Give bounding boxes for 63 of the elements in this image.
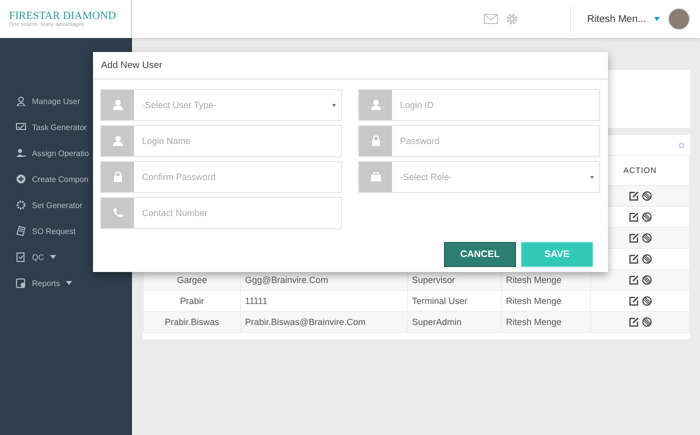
menu-item-icon: [16, 200, 26, 210]
lock-icon: [112, 171, 124, 183]
sidebar-item-label[interactable]: Task Generator: [32, 122, 87, 132]
cancel-button[interactable]: CANCEL: [444, 242, 516, 267]
input-field[interactable]: Confirm Password: [100, 161, 342, 193]
logo-title: FIRESTAR DIAMOND: [9, 10, 117, 22]
text-input[interactable]: Confirm Password: [134, 171, 341, 183]
block-icon[interactable]: [642, 296, 652, 306]
menu-item-icon: [16, 252, 26, 262]
menu-item-icon: [16, 226, 26, 236]
phone-icon: [112, 207, 124, 219]
person-icon: [370, 99, 382, 111]
sidebar-item-label[interactable]: Assign Operatio: [32, 148, 89, 158]
avatar[interactable]: [668, 8, 690, 30]
block-icon[interactable]: [642, 275, 652, 286]
menu-item-icon: [16, 278, 26, 288]
edit-icon[interactable]: [628, 317, 638, 328]
briefcase-icon: [370, 171, 382, 183]
block-icon[interactable]: [642, 212, 652, 222]
menu-item-icon: [16, 148, 26, 158]
edit-icon[interactable]: [628, 233, 638, 244]
block-icon[interactable]: [642, 191, 652, 202]
text-input[interactable]: -Select Role-: [392, 171, 590, 183]
sidebar-item-label[interactable]: QC: [32, 252, 44, 262]
block-icon[interactable]: [642, 254, 652, 264]
caret-icon[interactable]: [50, 255, 56, 259]
text-input[interactable]: Login ID: [392, 99, 599, 111]
edit-icon[interactable]: [628, 275, 638, 286]
text-input[interactable]: Login Name: [134, 135, 341, 147]
input-field[interactable]: Contact Number: [100, 197, 342, 229]
sidebar-item-label[interactable]: Set Generator: [32, 200, 82, 210]
menu-item-icon: [16, 96, 26, 106]
edit-icon[interactable]: [628, 212, 638, 222]
sidebar-item-label[interactable]: Manage User: [32, 96, 80, 106]
menu-item-icon: [16, 174, 26, 184]
table-cell: Prabir.Biswas@Brainvire.Com: [240, 312, 408, 332]
edit-icon[interactable]: [628, 191, 638, 202]
person-icon: [112, 135, 124, 147]
input-field[interactable]: Login ID: [358, 89, 600, 121]
block-icon[interactable]: [642, 233, 652, 244]
caret-icon[interactable]: [654, 17, 660, 21]
table-cell: Prabir.Biswas: [144, 312, 240, 332]
input-field[interactable]: -Select Role-: [358, 161, 600, 193]
text-input[interactable]: -Select User Type-: [134, 99, 332, 111]
caret-icon[interactable]: [66, 281, 72, 285]
table-cell: Ritesh Menge: [502, 312, 590, 332]
input-field[interactable]: Password: [358, 125, 600, 157]
sidebar-item-label[interactable]: SO Request: [32, 226, 76, 236]
lock-icon: [370, 135, 382, 147]
sidebar-item-label[interactable]: Create Compon: [32, 174, 88, 184]
text-input[interactable]: Contact Number: [134, 207, 341, 219]
text-input[interactable]: Password: [392, 135, 599, 147]
modal-title: Add New User: [93, 52, 608, 80]
block-icon[interactable]: [642, 317, 652, 328]
sidebar-item-label[interactable]: Reports: [32, 278, 60, 288]
table-cell: SuperAdmin: [408, 312, 502, 332]
person-icon: [112, 99, 124, 111]
menu-item-icon: [16, 122, 26, 132]
edit-icon[interactable]: [628, 254, 638, 264]
input-field[interactable]: -Select User Type-: [100, 89, 342, 121]
input-field[interactable]: Login Name: [100, 125, 342, 157]
user-name[interactable]: Ritesh Men...: [587, 14, 646, 24]
edit-icon[interactable]: [628, 296, 638, 306]
